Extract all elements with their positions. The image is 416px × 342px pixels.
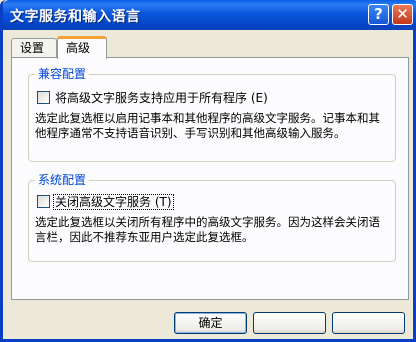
system-config-title: 系统配置 [35,173,90,187]
window-title: 文字服务和输入语言 [10,9,141,25]
system-checkbox-label[interactable]: 关闭高级文字服务 (T) [53,194,174,210]
system-checkbox[interactable] [37,195,50,208]
system-config-group: 系统配置 关闭高级文字服务 (T) 选定此复选框以关闭所有程序中的高级文字服务。… [28,173,396,262]
dialog-window: 文字服务和输入语言 ? ✕ 设置 高级 兼容配置 将高级文字服务支持应用于所有程… [0,0,416,342]
tab-panel-advanced: 兼容配置 将高级文字服务支持应用于所有程序 (E) 选定此复选框以启用记事本和其… [11,57,409,300]
close-button[interactable]: ✕ [392,4,413,25]
tab-settings[interactable]: 设置 [11,38,57,58]
compat-checkbox-label[interactable]: 将高级文字服务支持应用于所有程序 (E) [55,91,268,105]
system-description: 选定此复选框以关闭所有程序中的高级文字服务。因为这样会关闭语言栏，因此不推荐东亚… [35,215,380,244]
apply-button[interactable] [332,312,405,334]
ok-button[interactable]: 确定 [174,312,247,334]
compat-config-group: 兼容配置 将高级文字服务支持应用于所有程序 (E) 选定此复选框以启用记事本和其… [28,67,396,162]
title-bar[interactable]: 文字服务和输入语言 ? ✕ [3,0,416,30]
compat-checkbox[interactable] [37,91,50,104]
compat-description: 选定此复选框以启用记事本和其他程序的高级文字服务。记事本和其他程序通常不支持语音… [35,111,380,140]
compat-config-title: 兼容配置 [35,67,90,81]
help-button[interactable]: ? [368,4,389,25]
tab-advanced[interactable]: 高级 [57,36,107,59]
cancel-button[interactable] [253,312,326,334]
